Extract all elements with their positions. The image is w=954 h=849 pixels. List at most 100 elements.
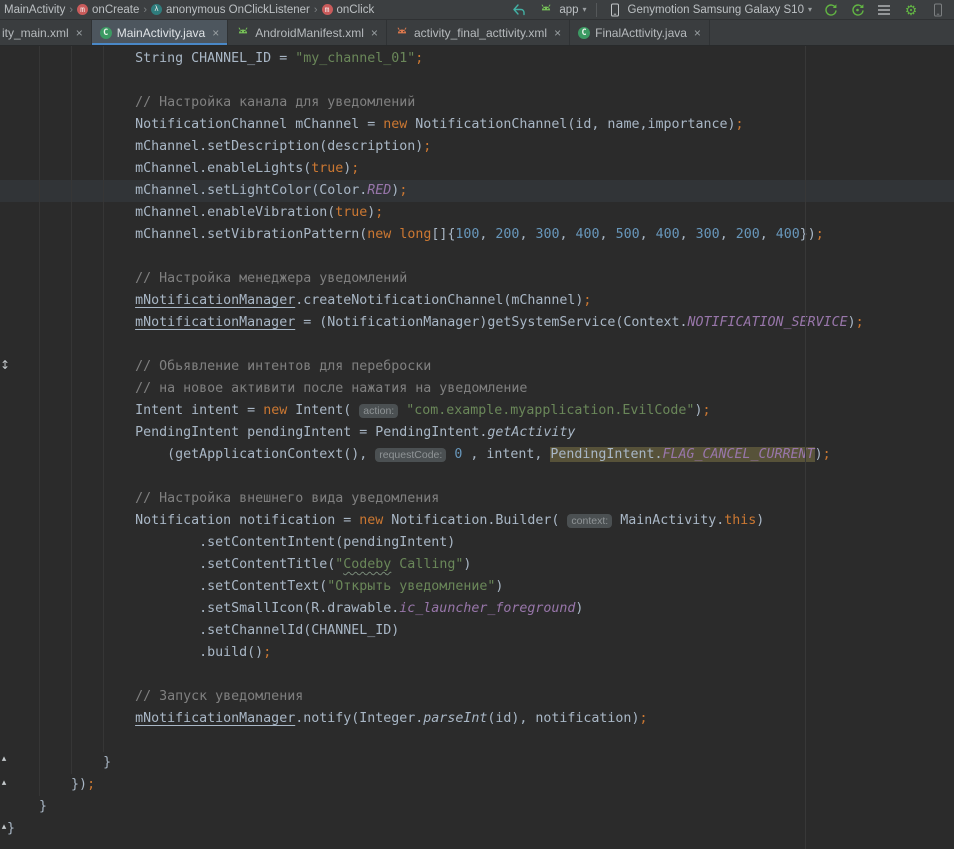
code-token: ; xyxy=(583,293,591,308)
code-token: , xyxy=(519,227,535,242)
code-token: mNotificationManager xyxy=(135,293,295,308)
code-line[interactable] xyxy=(7,334,954,356)
close-icon[interactable]: × xyxy=(554,26,561,40)
code-token: // Обьявление интентов для переброски xyxy=(135,359,431,374)
code-line[interactable] xyxy=(7,246,954,268)
code-line[interactable]: mChannel.enableVibration(true); xyxy=(7,202,954,224)
code-line[interactable]: mNotificationManager.createNotificationC… xyxy=(7,290,954,312)
code-token: Intent( xyxy=(287,403,359,418)
code-line[interactable]: NotificationChannel mChannel = new Notif… xyxy=(7,114,954,136)
code-line[interactable]: } xyxy=(7,796,954,818)
code-line[interactable]: mNotificationManager = (NotificationMana… xyxy=(7,312,954,334)
code-line-caret[interactable]: mChannel.setLightColor(Color.RED); xyxy=(0,180,954,202)
code-line[interactable]: .build(); xyxy=(7,642,954,664)
code-token: String CHANNEL_ID = xyxy=(135,51,295,66)
code-line[interactable]: mNotificationManager.notify(Integer.pars… xyxy=(7,708,954,730)
back-arrow-icon[interactable] xyxy=(510,1,528,19)
code-token: long xyxy=(399,227,431,242)
fold-marker-icon[interactable]: ▴ xyxy=(0,754,8,764)
code-line[interactable] xyxy=(7,664,954,686)
code-line[interactable]: (getApplicationContext(), requestCode: 0… xyxy=(7,444,954,466)
code-token: ; xyxy=(263,645,271,660)
tab-activity-final-acttivity-xml[interactable]: activity_final_acttivity.xml × xyxy=(387,20,570,45)
code-line[interactable]: // Обьявление интентов для переброски xyxy=(7,356,954,378)
fold-marker-icon[interactable]: ↕ xyxy=(0,358,8,372)
method-icon: m xyxy=(77,4,88,15)
code-line[interactable]: // Настройка внешнего вида уведомления xyxy=(7,488,954,510)
code-token: .setSmallIcon(R.drawable. xyxy=(199,601,399,616)
apply-code-changes-icon[interactable] xyxy=(848,1,866,19)
fold-marker-icon[interactable]: ▴ xyxy=(0,778,8,788)
breadcrumb-item-anonymous-onclicklistener[interactable]: λ anonymous OnClickListener xyxy=(151,4,310,16)
code-line[interactable] xyxy=(7,70,954,92)
code-area[interactable]: String CHANNEL_ID = "my_channel_01"; // … xyxy=(7,48,954,840)
code-token: ) xyxy=(756,513,764,528)
code-line[interactable]: // на новое активити после нажатия на ув… xyxy=(7,378,954,400)
code-token: 400 xyxy=(576,227,600,242)
code-line[interactable]: .setContentText("Открыть уведомление") xyxy=(7,576,954,598)
close-icon[interactable]: × xyxy=(694,26,701,40)
fold-marker-icon[interactable]: ▴ xyxy=(0,822,8,832)
code-token: ; xyxy=(415,51,423,66)
code-token: , xyxy=(680,227,696,242)
code-line[interactable]: .setChannelId(CHANNEL_ID) xyxy=(7,620,954,642)
code-token: ; xyxy=(375,205,383,220)
run-configuration-selector[interactable]: app ▾ xyxy=(537,1,586,19)
code-line[interactable]: Intent intent = new Intent( action: "com… xyxy=(7,400,954,422)
close-icon[interactable]: × xyxy=(371,26,378,40)
code-token: }) xyxy=(800,227,816,242)
code-line[interactable]: } xyxy=(7,818,954,840)
code-token: 200 xyxy=(736,227,760,242)
code-line[interactable]: mChannel.setDescription(description); xyxy=(7,136,954,158)
code-token: ) xyxy=(815,447,823,462)
code-token: // Настройка канала для уведомлений xyxy=(135,95,415,110)
code-line[interactable]: // Настройка менеджера уведомлений xyxy=(7,268,954,290)
device-selector[interactable]: Genymotion Samsung Galaxy S10 ▾ xyxy=(606,1,812,19)
code-line[interactable]: PendingIntent pendingIntent = PendingInt… xyxy=(7,422,954,444)
apply-changes-icon[interactable] xyxy=(821,1,839,19)
code-token: mChannel.setVibrationPattern( xyxy=(135,227,367,242)
close-icon[interactable]: × xyxy=(212,26,219,40)
code-token: ; xyxy=(736,117,744,132)
breadcrumb-separator-icon: › xyxy=(69,4,73,16)
close-icon[interactable]: × xyxy=(76,26,83,40)
code-line[interactable]: // Настройка канала для уведомлений xyxy=(7,92,954,114)
tab-androidmanifest-xml[interactable]: AndroidManifest.xml × xyxy=(228,20,387,45)
code-token: Notification notification = xyxy=(135,513,359,528)
indent-guide xyxy=(103,46,104,752)
breadcrumb-item-oncreate[interactable]: m onCreate xyxy=(77,4,139,16)
breadcrumb-label: anonymous OnClickListener xyxy=(166,4,310,16)
code-line[interactable] xyxy=(7,730,954,752)
code-token: ic_launcher_foreground xyxy=(399,601,575,616)
device-file-explorer-icon[interactable] xyxy=(929,1,947,19)
code-line[interactable]: } xyxy=(7,752,954,774)
code-token: Codeby xyxy=(343,557,391,572)
tab-finalacttivity-java[interactable]: C FinalActtivity.java × xyxy=(570,20,710,45)
main-toolbar: app ▾ Genymotion Samsung Galaxy S10 ▾ ⚙ xyxy=(510,1,950,19)
code-line[interactable]: .setContentIntent(pendingIntent) xyxy=(7,532,954,554)
breadcrumb-item-onclick[interactable]: m onClick xyxy=(322,4,375,16)
code-line[interactable]: .setSmallIcon(R.drawable.ic_launcher_for… xyxy=(7,598,954,620)
tab-mainactivity-java[interactable]: C MainActivity.java × xyxy=(92,20,229,45)
code-token: .setChannelId(CHANNEL_ID) xyxy=(199,623,399,638)
breadcrumb-item-mainactivity[interactable]: MainActivity xyxy=(4,4,65,16)
code-line[interactable]: Notification notification = new Notifica… xyxy=(7,510,954,532)
code-line[interactable]: String CHANNEL_ID = "my_channel_01"; xyxy=(7,48,954,70)
code-line[interactable]: .setContentTitle("Codeby Calling") xyxy=(7,554,954,576)
code-token: , xyxy=(720,227,736,242)
tab-label: FinalActtivity.java xyxy=(595,26,687,40)
breadcrumb-label: MainActivity xyxy=(4,4,65,16)
tab-label: ity_main.xml xyxy=(2,26,69,40)
gear-icon[interactable]: ⚙ xyxy=(902,1,920,19)
code-line[interactable]: mChannel.enableLights(true); xyxy=(7,158,954,180)
menu-list-icon[interactable] xyxy=(875,1,893,19)
code-line[interactable] xyxy=(7,466,954,488)
code-line[interactable]: // Запуск уведомления xyxy=(7,686,954,708)
code-line[interactable]: }); xyxy=(7,774,954,796)
code-token: new xyxy=(359,513,383,528)
code-token: Intent intent = xyxy=(135,403,263,418)
editor[interactable]: ↕ ▴ ▴ ▴ String CHANNEL_ID = "my_channel_… xyxy=(0,46,954,849)
breadcrumb-separator-icon: › xyxy=(314,4,318,16)
code-line[interactable]: mChannel.setVibrationPattern(new long[]{… xyxy=(7,224,954,246)
tab-activity-main-xml[interactable]: ity_main.xml × xyxy=(0,20,92,45)
